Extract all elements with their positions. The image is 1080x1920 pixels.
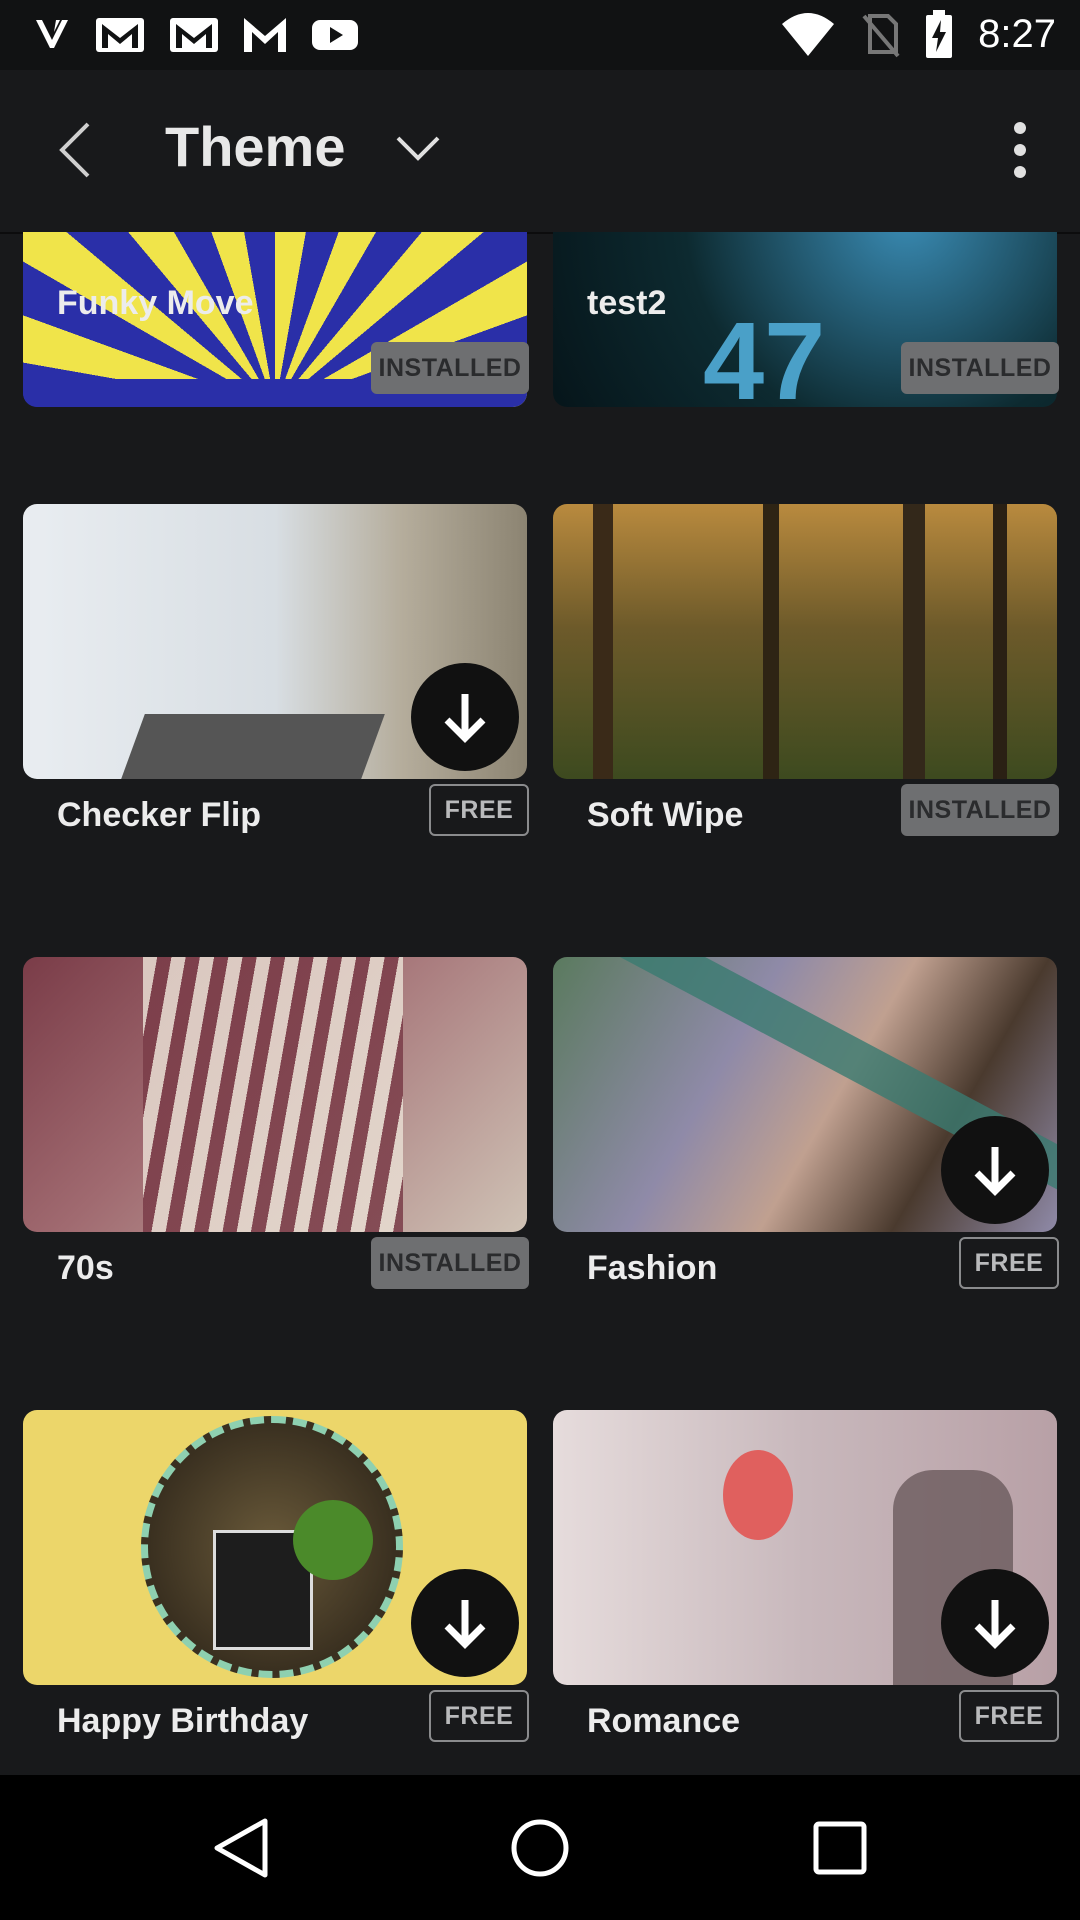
notification-icons [32,14,360,54]
theme-name: 70s [57,1249,114,1287]
app-bar: Theme [0,70,1080,234]
chevron-down-icon [396,136,439,161]
system-icons: 8:27 [780,8,1056,60]
theme-name: test2 [587,284,667,322]
theme-name: Funky Move [57,284,254,322]
theme-name: Happy Birthday [57,1702,309,1740]
gmail-icon [170,18,218,52]
status-badge: INSTALLED [901,784,1059,836]
clock: 8:27 [978,11,1056,56]
download-button[interactable] [411,663,519,771]
more-options-icon[interactable] [1000,120,1040,180]
download-arrow-icon [444,1600,486,1649]
home-nav-icon[interactable] [505,1813,575,1883]
theme-thumbnail[interactable] [23,957,527,1232]
no-sim-icon [862,14,900,58]
youtube-icon [312,20,358,50]
theme-name: Checker Flip [57,796,262,834]
battery-charging-icon [926,10,953,58]
status-badge: FREE [959,1237,1059,1289]
theme-name: Soft Wipe [587,796,744,834]
status-badge: INSTALLED [901,342,1059,394]
download-arrow-icon [974,1600,1016,1649]
status-badge: INSTALLED [371,342,529,394]
status-badge: FREE [429,1690,529,1742]
gmail-icon [244,18,286,52]
theme-name: Fashion [587,1249,718,1287]
theme-grid: Funky Move INSTALLED 47 test2 INSTALLED … [0,232,1080,1775]
status-badge: FREE [959,1690,1059,1742]
page-title: Theme [165,115,346,178]
theme-thumbnail[interactable] [23,504,527,779]
theme-name: Romance [587,1702,741,1740]
status-badge: INSTALLED [371,1237,529,1289]
status-badge: FREE [429,784,529,836]
theme-selector[interactable]: Theme [165,114,440,179]
back-arrow-icon[interactable] [52,120,102,180]
back-nav-icon[interactable] [205,1813,275,1883]
theme-thumbnail[interactable] [23,1410,527,1685]
v-app-icon [36,20,68,48]
theme-thumbnail[interactable] [553,957,1057,1232]
download-arrow-icon [974,1147,1016,1196]
theme-thumbnail[interactable] [553,1410,1057,1685]
wifi-icon [782,13,835,56]
download-button[interactable] [941,1116,1049,1224]
download-button[interactable] [411,1569,519,1677]
status-bar: 8:27 [0,0,1080,70]
gmail-icon [96,18,144,52]
recents-nav-icon[interactable] [805,1813,875,1883]
download-arrow-icon [444,694,486,743]
download-button[interactable] [941,1569,1049,1677]
theme-thumbnail[interactable] [553,504,1057,779]
navigation-bar [0,1775,1080,1920]
